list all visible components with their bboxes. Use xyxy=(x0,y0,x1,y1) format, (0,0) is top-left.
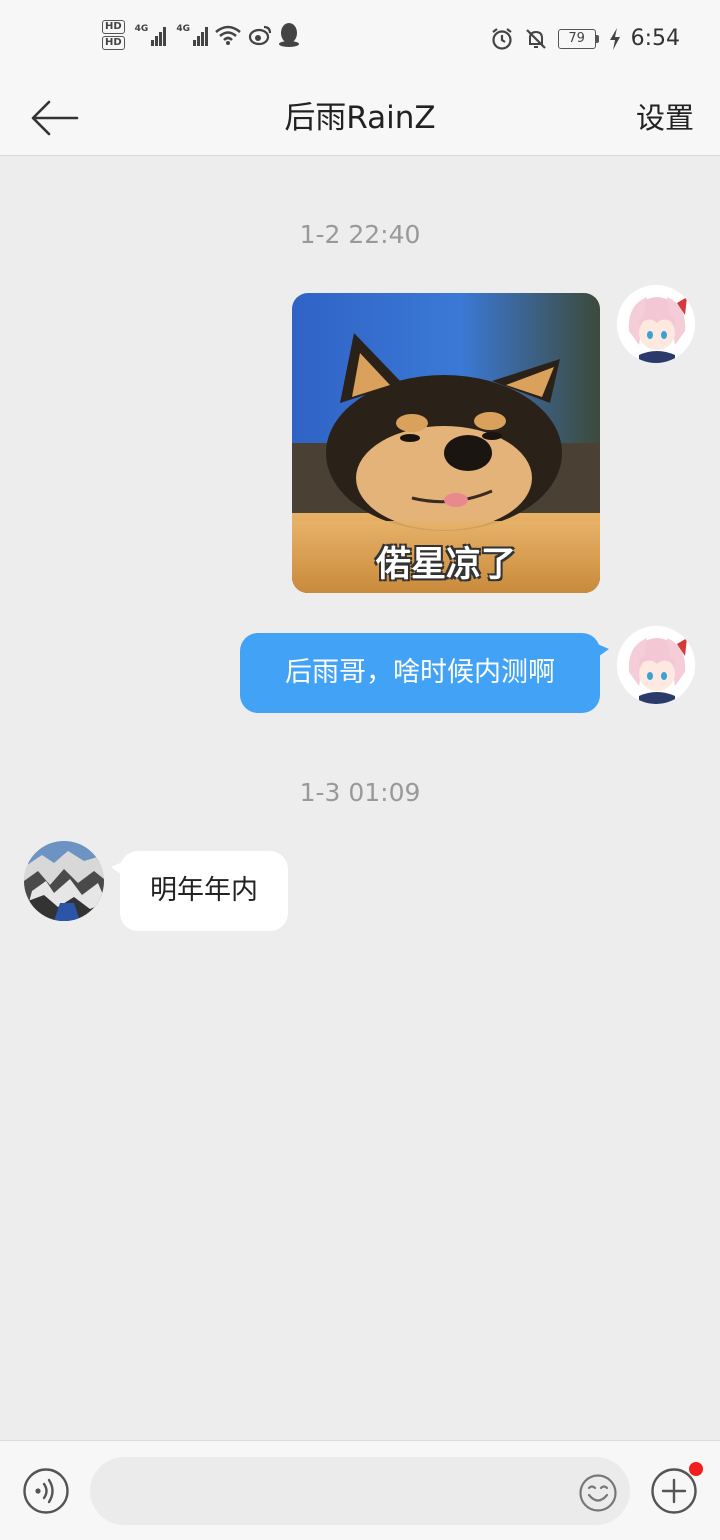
emoji-icon[interactable] xyxy=(578,1473,618,1513)
contact-avatar[interactable] xyxy=(24,841,104,921)
clock: 6:54 xyxy=(630,26,680,51)
network-type-1: 4G xyxy=(134,24,149,34)
alarm-icon xyxy=(491,27,512,50)
status-left: HD HD 4G 4G xyxy=(102,20,300,50)
my-avatar[interactable] xyxy=(616,284,696,364)
message-input[interactable] xyxy=(90,1457,630,1525)
hd-badge-2: HD xyxy=(102,36,125,50)
settings-button[interactable]: 设置 xyxy=(636,92,694,144)
hd-indicators: HD HD xyxy=(102,20,125,50)
timestamp: 1-2 22:40 xyxy=(299,220,421,249)
notification-dot xyxy=(689,1462,703,1476)
status-right: 79 6:54 xyxy=(490,26,680,51)
signal-icon-2: 4G xyxy=(176,24,208,46)
network-type-2: 4G xyxy=(176,24,190,34)
status-bar: HD HD 4G 4G 79 6:54 xyxy=(0,0,720,82)
charging-icon xyxy=(609,27,620,50)
battery-level: 79 xyxy=(557,28,596,49)
qq-icon xyxy=(278,23,299,47)
signal-icon: 4G xyxy=(135,24,167,46)
weibo-icon xyxy=(248,25,272,46)
chat-title: 后雨RainZ xyxy=(284,100,436,136)
input-bar xyxy=(0,1440,720,1540)
sticker-caption: 偌星凉了 xyxy=(375,545,516,585)
battery-icon: 79 xyxy=(557,28,599,49)
voice-icon[interactable] xyxy=(22,1467,70,1515)
anime-avatar-icon xyxy=(617,285,695,363)
sticker-image[interactable]: 偌星凉了 xyxy=(292,293,600,593)
my-avatar[interactable] xyxy=(616,625,696,705)
timestamp: 1-3 01:09 xyxy=(299,778,421,807)
nav-bar: 后雨RainZ 设置 xyxy=(0,82,720,156)
incoming-message[interactable]: 明年年内 xyxy=(111,851,288,931)
outgoing-message[interactable]: 后雨哥，啥时候内测啊 xyxy=(240,633,609,713)
mountain-avatar-icon xyxy=(24,841,104,921)
anime-avatar-icon xyxy=(617,626,695,704)
mute-icon xyxy=(525,28,546,49)
hd-badge-1: HD xyxy=(102,20,125,34)
wifi-icon xyxy=(215,25,241,45)
